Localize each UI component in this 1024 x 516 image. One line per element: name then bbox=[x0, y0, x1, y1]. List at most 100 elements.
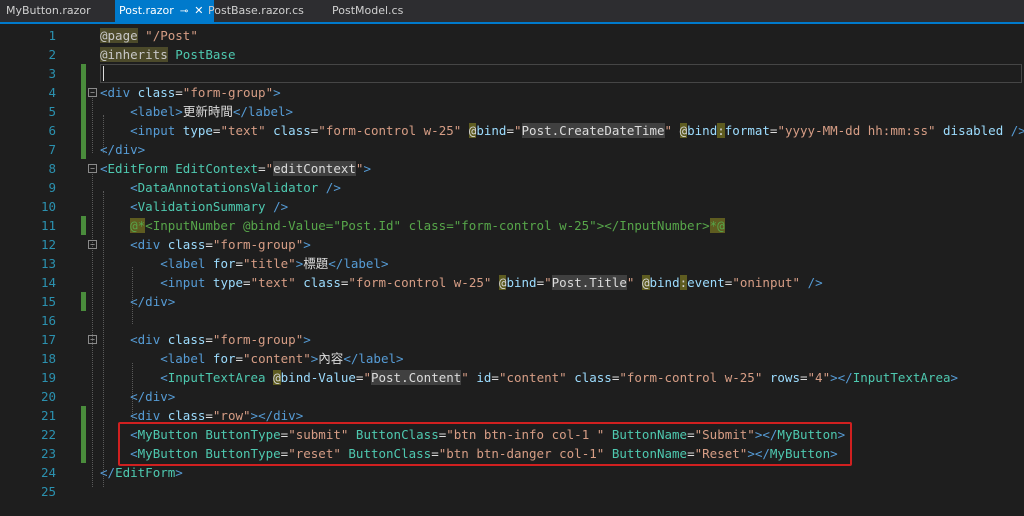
collapse-minus-icon[interactable]: − bbox=[88, 335, 97, 344]
line-number: 6 bbox=[48, 123, 56, 138]
code-token: Post.CreateDateTime bbox=[521, 123, 665, 138]
line-number: 8 bbox=[48, 161, 56, 176]
code-token: /> bbox=[265, 199, 289, 214]
code-line[interactable]: 1 @page "/Post" bbox=[0, 26, 1024, 45]
code-line[interactable]: 21 <div class="row"></div> bbox=[0, 406, 1024, 425]
code-token: for bbox=[205, 256, 236, 271]
tab-mybutton-razor[interactable]: MyButton.razor bbox=[2, 0, 95, 22]
code-token: "btn btn-info col-1 " bbox=[446, 427, 605, 442]
code-token: </ bbox=[100, 142, 116, 157]
code-line[interactable]: 11 @*<InputNumber @bind-Value="Post.Id" … bbox=[0, 216, 1024, 235]
line-number: 11 bbox=[40, 218, 56, 233]
code-token: div bbox=[137, 237, 161, 252]
code-token: div bbox=[145, 389, 168, 404]
code-token: class bbox=[566, 370, 612, 385]
line-number: 5 bbox=[48, 104, 56, 119]
code-text: <input type="text" class="form-control w… bbox=[100, 121, 1024, 140]
tab-label: PostModel.cs bbox=[332, 4, 404, 17]
close-icon[interactable]: ✕ bbox=[194, 0, 203, 22]
code-token: format bbox=[724, 123, 770, 138]
line-number: 17 bbox=[40, 332, 56, 347]
code-line[interactable]: 4 − <div class="form-group"> bbox=[0, 83, 1024, 102]
code-line[interactable]: 5 <label>更新時間</label> bbox=[0, 102, 1024, 121]
code-token: < bbox=[100, 85, 108, 100]
tab-postbase-razor-cs[interactable]: PostBase.razor.cs bbox=[204, 0, 308, 22]
code-token: " bbox=[265, 161, 274, 176]
code-token: < bbox=[100, 161, 108, 176]
tab-label: PostBase.razor.cs bbox=[208, 4, 304, 17]
code-token: label bbox=[137, 104, 176, 119]
code-token: label bbox=[247, 104, 286, 119]
code-token: = bbox=[235, 256, 244, 271]
code-line[interactable]: 24 </EditForm> bbox=[0, 463, 1024, 482]
pin-icon[interactable]: ⊸ bbox=[180, 1, 188, 23]
code-token: < bbox=[130, 332, 138, 347]
code-line[interactable]: 2 @inherits PostBase bbox=[0, 45, 1024, 64]
code-token: "form-group" bbox=[212, 237, 304, 252]
code-line[interactable]: 16 bbox=[0, 311, 1024, 330]
code-text: @inherits PostBase bbox=[100, 45, 235, 64]
code-token: " bbox=[461, 370, 469, 385]
code-line[interactable]: 22 <MyButton ButtonType="submit" ButtonC… bbox=[0, 425, 1024, 444]
current-line-highlight bbox=[100, 64, 1022, 83]
code-line[interactable]: 15 </div> bbox=[0, 292, 1024, 311]
code-token: ></ bbox=[754, 427, 778, 442]
code-line[interactable]: 17 − <div class="form-group"> bbox=[0, 330, 1024, 349]
code-token: > bbox=[303, 332, 311, 347]
code-token: bind bbox=[649, 275, 680, 290]
line-number: 4 bbox=[48, 85, 56, 100]
change-indicator bbox=[81, 121, 86, 140]
code-token: > bbox=[950, 370, 959, 385]
code-token: type bbox=[175, 123, 213, 138]
collapse-minus-icon[interactable]: − bbox=[88, 88, 97, 97]
code-token: "text" bbox=[220, 123, 266, 138]
code-token: = bbox=[175, 85, 183, 100]
code-token: = bbox=[235, 351, 244, 366]
code-token: "4" bbox=[807, 370, 831, 385]
code-token: "yyyy-MM-dd hh:mm:ss" bbox=[777, 123, 936, 138]
code-line[interactable]: 20 </div> bbox=[0, 387, 1024, 406]
code-line[interactable]: 13 <label for="title">標題</label> bbox=[0, 254, 1024, 273]
code-line[interactable]: 23 <MyButton ButtonType="reset" ButtonCl… bbox=[0, 444, 1024, 463]
code-token: 更新時間 bbox=[182, 104, 233, 119]
code-token: class bbox=[295, 275, 341, 290]
code-line[interactable]: 7 </div> bbox=[0, 140, 1024, 159]
code-line[interactable]: 25 bbox=[0, 482, 1024, 501]
line-number: 13 bbox=[40, 256, 56, 271]
code-line[interactable]: 14 <input type="text" class="form-contro… bbox=[0, 273, 1024, 292]
tab-postmodel-cs[interactable]: PostModel.cs bbox=[328, 0, 407, 22]
code-line[interactable]: 6 <input type="text" class="form-control… bbox=[0, 121, 1024, 140]
code-token: ></ bbox=[747, 446, 770, 461]
code-token: = bbox=[536, 275, 545, 290]
code-line[interactable]: 12 − <div class="form-group"> bbox=[0, 235, 1024, 254]
collapse-minus-icon[interactable]: − bbox=[88, 240, 97, 249]
line-number: 23 bbox=[40, 446, 56, 461]
collapse-minus-icon[interactable]: − bbox=[88, 164, 97, 173]
tab-label: MyButton.razor bbox=[6, 4, 91, 17]
code-token: DataAnnotationsValidator bbox=[137, 180, 319, 195]
code-token: ButtonClass bbox=[348, 427, 439, 442]
tab-post-razor[interactable]: Post.razor ⊸ ✕ bbox=[115, 0, 214, 22]
code-token: Post.Title bbox=[551, 275, 627, 290]
code-token: " bbox=[664, 123, 673, 138]
code-token: @ bbox=[641, 275, 650, 290]
code-line[interactable]: 18 <label for="content">內容</label> bbox=[0, 349, 1024, 368]
code-token: "reset" bbox=[288, 446, 341, 461]
code-line[interactable]: 8− <EditForm EditContext="editContext"> bbox=[0, 159, 1024, 178]
code-token: "row" bbox=[212, 408, 251, 423]
code-token: = bbox=[687, 446, 695, 461]
line-number: 1 bbox=[48, 28, 56, 43]
code-line[interactable]: 9 <DataAnnotationsValidator /> bbox=[0, 178, 1024, 197]
code-line[interactable]: 19 <InputTextArea @bind-Value="Post.Cont… bbox=[0, 368, 1024, 387]
code-line[interactable]: 10 <ValidationSummary /> bbox=[0, 197, 1024, 216]
code-token: label bbox=[167, 256, 206, 271]
line-number: 24 bbox=[40, 465, 56, 480]
code-editor[interactable]: 1 @page "/Post" 2 @inherits PostBase 3 4− <div… bbox=[0, 26, 1024, 516]
code-line[interactable]: 3 bbox=[0, 64, 1024, 83]
